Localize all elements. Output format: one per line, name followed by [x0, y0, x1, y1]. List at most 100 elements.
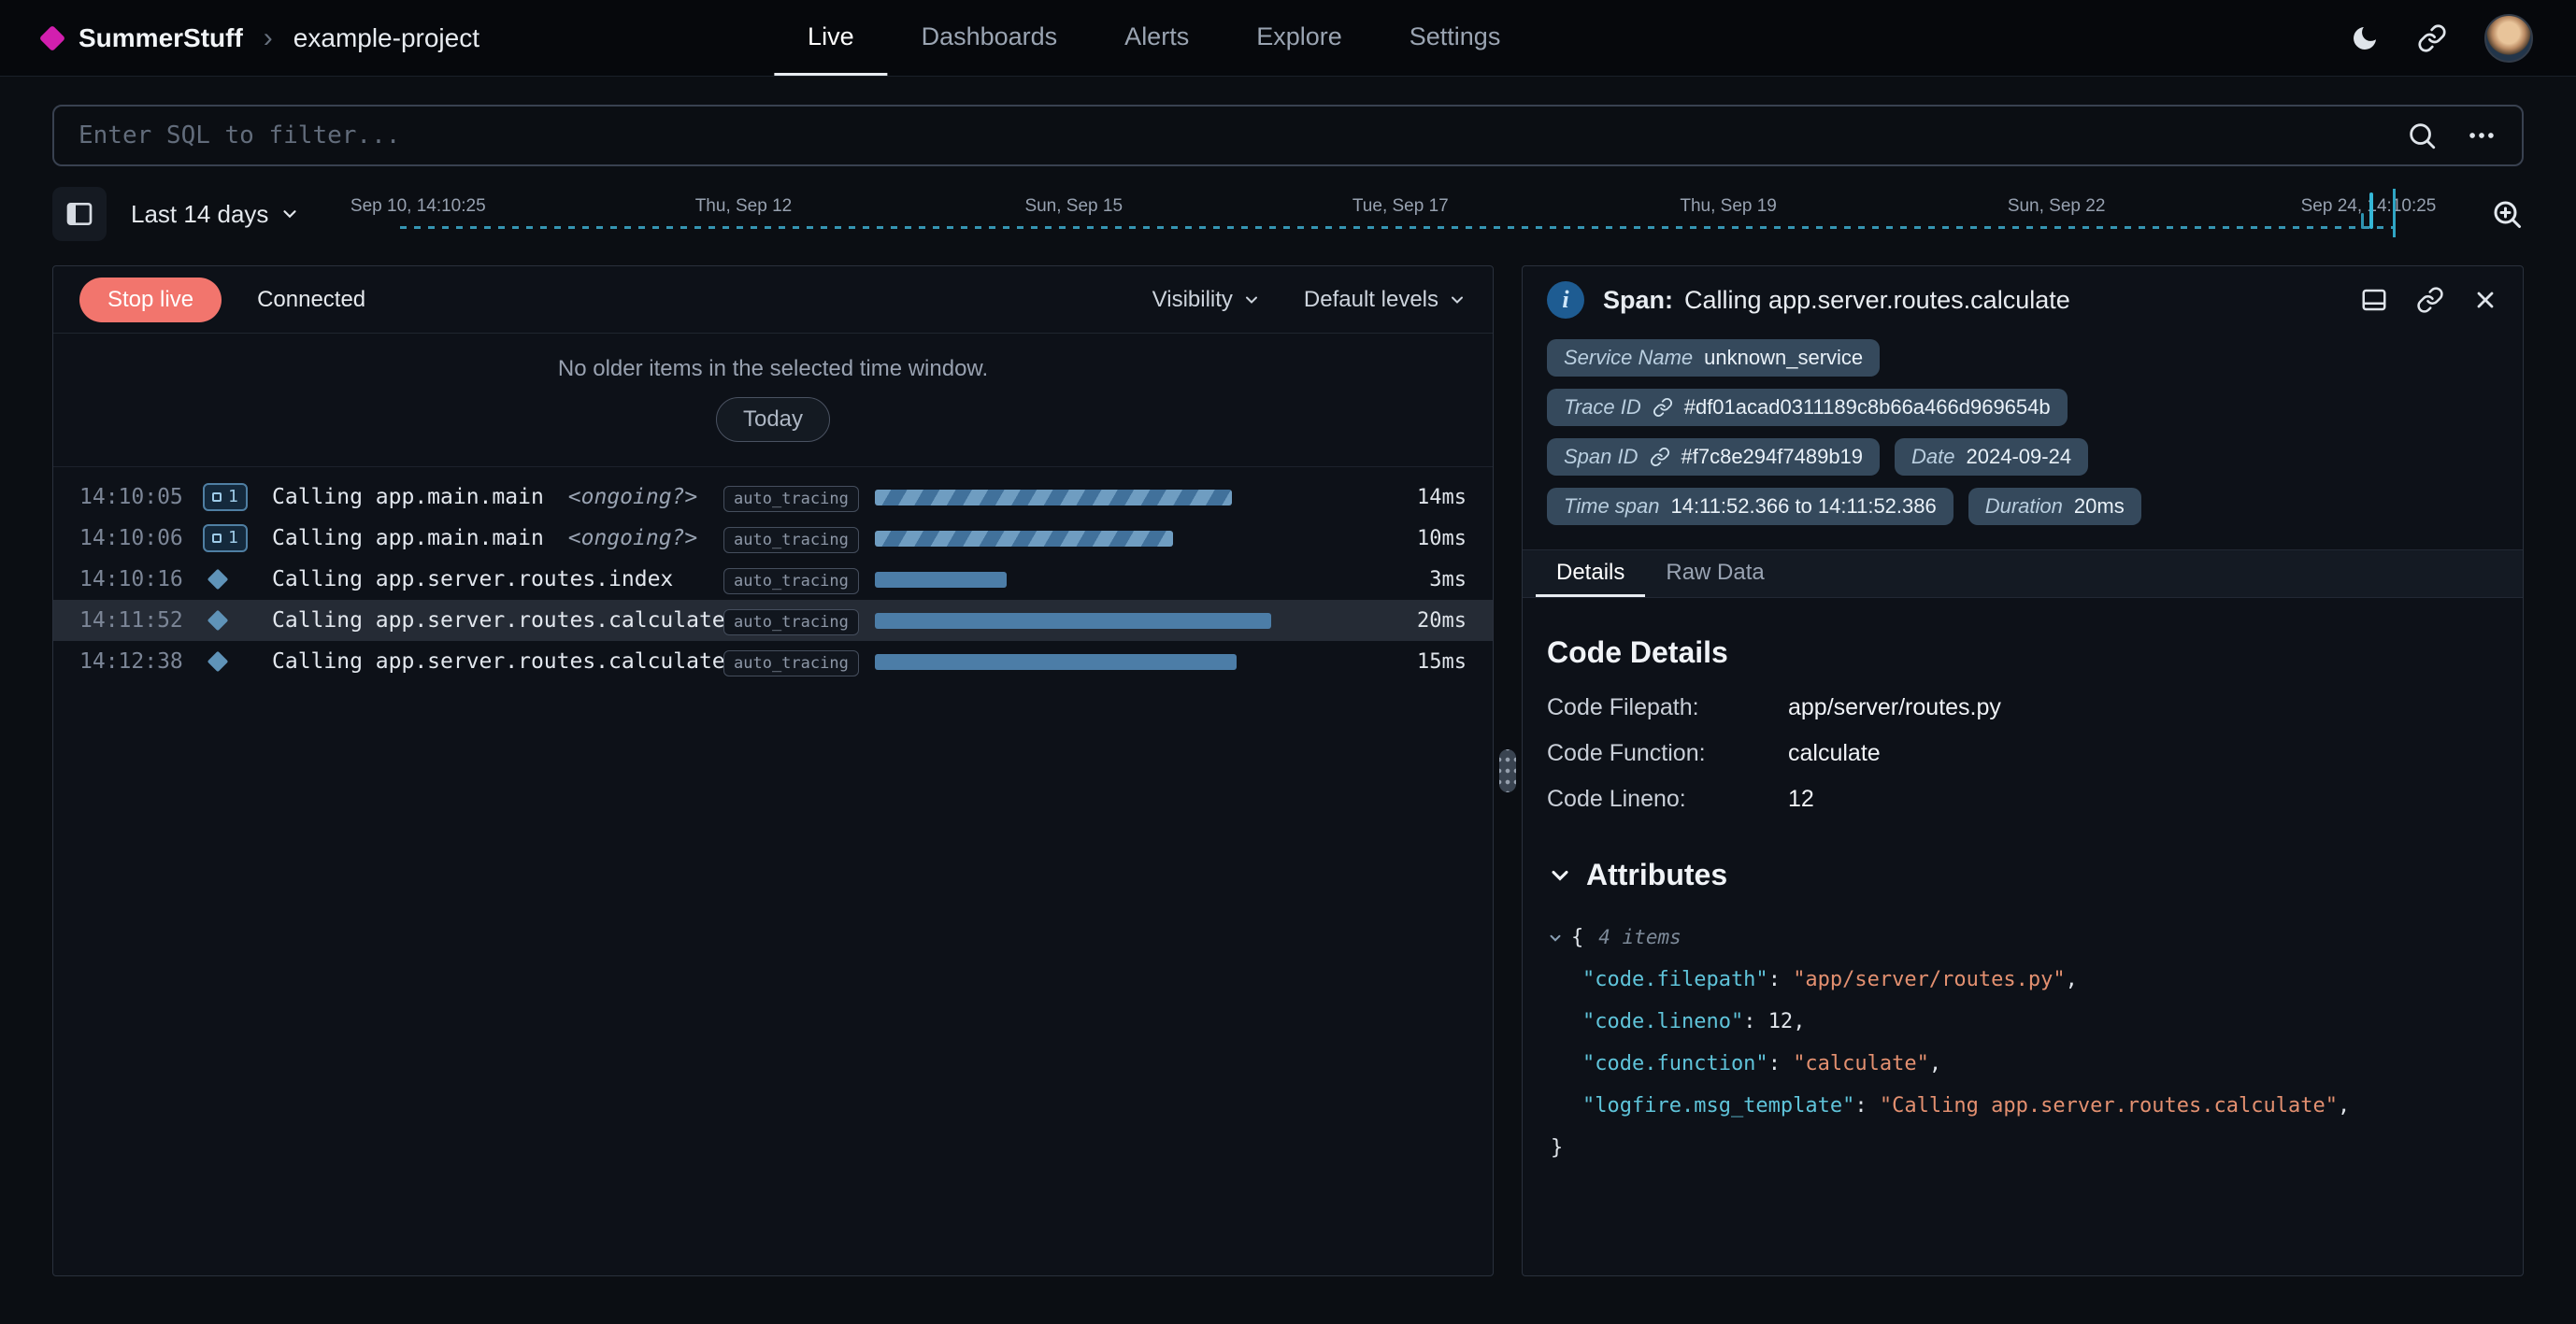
badge-label: Time span [1564, 494, 1660, 519]
log-message: Calling app.server.routes.index [272, 567, 723, 591]
tab-details[interactable]: Details [1536, 550, 1645, 597]
today-button[interactable]: Today [716, 397, 830, 442]
date-badge: Date 2024-09-24 [1895, 438, 2088, 476]
log-row[interactable]: 14:12:38 Calling app.server.routes.calcu… [53, 641, 1493, 682]
tag-pill[interactable]: auto_tracing [723, 568, 859, 594]
log-time: 14:11:52 [79, 608, 203, 633]
log-duration: 14ms [1384, 486, 1467, 509]
detail-tabs: Details Raw Data [1523, 549, 2523, 598]
brand[interactable]: SummerStuff [43, 23, 243, 53]
link-icon[interactable] [1650, 447, 1670, 467]
json-value: "Calling app.server.routes.calculate" [1880, 1085, 2338, 1127]
panel-resize-divider[interactable] [1494, 265, 1522, 1276]
dock-panel-icon[interactable] [2360, 286, 2388, 314]
sidebar-toggle-icon[interactable] [52, 187, 107, 241]
share-link-icon[interactable] [2417, 23, 2447, 53]
dark-mode-moon-icon[interactable] [2350, 23, 2380, 53]
badge-value: 14:11:52.366 to 14:11:52.386 [1671, 494, 1937, 519]
attributes-section-toggle[interactable]: Attributes [1547, 858, 2498, 892]
collapse-icon[interactable] [1547, 930, 1564, 947]
timeline-now-cursor[interactable] [2393, 189, 2396, 237]
log-time: 14:10:16 [79, 567, 203, 591]
badge-value: #f7c8e294f7489b19 [1682, 445, 1864, 469]
log-message: Calling app.main.main<ongoing?> [272, 485, 723, 509]
empty-window-notice: No older items in the selected time wind… [53, 334, 1493, 467]
timeline-track[interactable]: Sep 10, 14:10:25 Thu, Sep 12 Sun, Sep 15… [324, 183, 2466, 245]
log-row[interactable]: 14:10:06 1 Calling app.main.main<ongoing… [53, 518, 1493, 559]
code-detail-label: Code Filepath: [1547, 694, 1788, 721]
close-brace: } [1551, 1127, 1563, 1169]
timeline-tick: Tue, Sep 17 [1352, 196, 1449, 217]
user-avatar[interactable] [2484, 14, 2533, 63]
info-icon [1547, 281, 1584, 319]
tab-alerts[interactable]: Alerts [1091, 0, 1223, 76]
tag-pill[interactable]: auto_tracing [723, 527, 859, 553]
span-meta-badges: Service Name unknown_service Trace ID #d… [1523, 334, 2523, 525]
tag-pill[interactable]: auto_tracing [723, 609, 859, 635]
span-duration-bar [875, 490, 1232, 505]
trace-id-badge[interactable]: Trace ID #df01acad0311189c8b66a466d96965… [1547, 389, 2068, 426]
tab-live[interactable]: Live [774, 0, 888, 76]
log-time: 14:10:05 [79, 485, 203, 509]
main-nav-tabs: Live Dashboards Alerts Explore Settings [774, 0, 1534, 76]
tab-dashboards[interactable]: Dashboards [888, 0, 1092, 76]
tab-raw-data[interactable]: Raw Data [1645, 550, 1784, 597]
badge-value: 20ms [2074, 494, 2125, 519]
close-icon[interactable] [2472, 286, 2498, 314]
json-entry: "logfire.msg_template": "Calling app.ser… [1547, 1085, 2498, 1127]
log-row[interactable]: 14:10:05 1 Calling app.main.main<ongoing… [53, 477, 1493, 518]
badge-label: Date [1911, 445, 1954, 469]
log-row[interactable]: 14:10:16 Calling app.server.routes.index… [53, 559, 1493, 600]
chevron-down-icon [279, 204, 300, 224]
zoom-in-icon[interactable] [2490, 197, 2524, 231]
service-name-badge: Service Name unknown_service [1547, 339, 1880, 377]
tag-pill[interactable]: auto_tracing [723, 650, 859, 676]
json-entry: "code.lineno": 12, [1547, 1001, 2498, 1043]
brand-name: SummerStuff [79, 23, 243, 53]
empty-window-text: No older items in the selected time wind… [53, 356, 1493, 382]
ongoing-suffix: <ongoing?> [568, 485, 697, 509]
code-detail-label: Code Function: [1547, 740, 1788, 767]
json-colon: : [1854, 1085, 1880, 1127]
resize-grip-icon[interactable] [1499, 749, 1516, 792]
stop-live-button[interactable]: Stop live [79, 278, 222, 322]
span-count-icon: 1 [203, 524, 272, 551]
child-count: 1 [228, 527, 238, 548]
json-entry: "code.function": "calculate", [1547, 1043, 2498, 1085]
code-detail-row: Code Function: calculate [1547, 740, 2498, 767]
visibility-dropdown[interactable]: Visibility [1152, 287, 1261, 313]
log-duration: 10ms [1384, 527, 1467, 550]
live-panel-header: Stop live Connected Visibility Default l… [53, 266, 1493, 334]
json-key: "code.filepath" [1582, 959, 1768, 1001]
default-levels-dropdown[interactable]: Default levels [1304, 287, 1467, 313]
log-row-selected[interactable]: 14:11:52 Calling app.server.routes.calcu… [53, 600, 1493, 641]
more-options-ellipsis-icon[interactable] [2466, 120, 2497, 151]
chevron-down-icon [1242, 291, 1261, 309]
navbar-right [2350, 14, 2533, 63]
tab-settings[interactable]: Settings [1376, 0, 1535, 76]
sql-filter-input[interactable] [79, 121, 2406, 149]
json-close-line: } [1547, 1127, 2498, 1169]
code-detail-row: Code Filepath: app/server/routes.py [1547, 694, 2498, 721]
badge-label: Service Name [1564, 346, 1693, 370]
square-icon [212, 492, 222, 502]
span-id-badge[interactable]: Span ID #f7c8e294f7489b19 [1547, 438, 1880, 476]
time-range-select[interactable]: Last 14 days [131, 200, 300, 229]
timeline-tick: Sun, Sep 15 [1024, 196, 1123, 217]
span-diamond-icon [208, 569, 229, 591]
badge-label: Trace ID [1564, 395, 1641, 420]
title-kind-label: Span: [1603, 286, 1673, 314]
link-icon[interactable] [1653, 397, 1673, 418]
square-icon [212, 534, 222, 543]
tab-explore[interactable]: Explore [1223, 0, 1376, 76]
log-duration: 15ms [1384, 650, 1467, 674]
log-rows-list: 14:10:05 1 Calling app.main.main<ongoing… [53, 467, 1493, 1275]
code-details-heading: Code Details [1547, 635, 2498, 670]
search-icon[interactable] [2406, 120, 2438, 151]
span-duration-bar [875, 572, 1007, 588]
code-detail-value: calculate [1788, 740, 1881, 767]
tag-pill[interactable]: auto_tracing [723, 486, 859, 512]
timeline-tick: Sep 10, 14:10:25 [351, 196, 486, 217]
breadcrumb-project[interactable]: example-project [293, 23, 479, 53]
copy-link-icon[interactable] [2416, 286, 2444, 314]
